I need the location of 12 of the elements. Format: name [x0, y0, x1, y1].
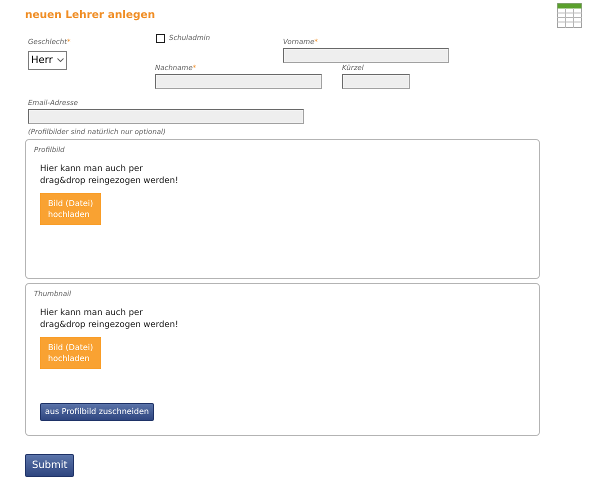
drop-hint-text: Hier kann man auch per drag&drop reingezogen werden! — [40, 163, 180, 187]
submit-button[interactable]: Submit — [25, 454, 74, 477]
gender-select[interactable]: Herr — [28, 51, 67, 70]
text-field[interactable] — [155, 74, 322, 89]
text-field[interactable] — [342, 74, 410, 89]
page-title: neuen Lehrer anlegen — [25, 9, 156, 22]
crop-button[interactable]: aus Profilbild zuschneiden — [40, 403, 154, 421]
text-field[interactable] — [28, 109, 304, 124]
drop-hint-text: Hier kann man auch per drag&drop reingezogen werden! — [40, 307, 180, 331]
caret-icon — [57, 58, 64, 63]
text-field[interactable] — [283, 48, 449, 63]
table-icon[interactable] — [557, 3, 582, 28]
